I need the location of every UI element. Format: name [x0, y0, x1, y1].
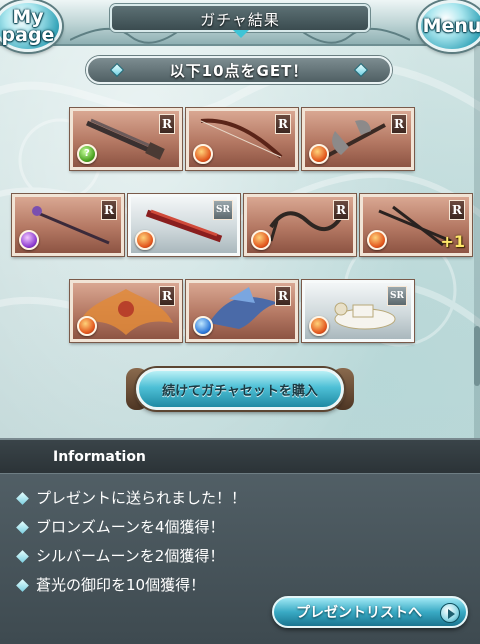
- bonus-badge: +1: [440, 232, 465, 251]
- item-card-flame-summon[interactable]: R: [70, 280, 182, 342]
- item-card-dragon-summon[interactable]: R: [186, 280, 298, 342]
- diamond-icon: [109, 62, 125, 78]
- information-list: プレゼントに送られました！！ ブロンズムーンを4個獲得！ シルバームーンを2個獲…: [14, 484, 464, 600]
- item-card-claw-weapon[interactable]: R: [244, 194, 356, 256]
- title-arrow-icon: [233, 30, 249, 38]
- info-line: 蒼光の御印を10個獲得！: [36, 576, 206, 594]
- diamond-icon: [353, 62, 369, 78]
- item-card-longbow[interactable]: R: [186, 108, 298, 170]
- fire-element-icon: [135, 230, 155, 250]
- rarity-badge: R: [275, 114, 291, 134]
- scrollbar[interactable]: [474, 46, 480, 438]
- present-list-button[interactable]: プレゼントリストへ: [272, 596, 468, 628]
- info-line: プレゼントに送られました！！: [36, 489, 247, 507]
- rarity-badge: R: [449, 200, 465, 220]
- mypage-label-line2: page: [1, 24, 55, 46]
- fire-element-icon: [251, 230, 271, 250]
- information-title: Information: [53, 449, 146, 465]
- mypage-button[interactable]: My page: [0, 0, 62, 52]
- fire-element-icon: [309, 144, 329, 164]
- fire-element-icon: [77, 316, 97, 336]
- diamond-bullet-icon: [16, 492, 29, 505]
- item-card-twin-swords[interactable]: R +1: [360, 194, 472, 256]
- info-line: シルバームーンを2個獲得！: [36, 547, 225, 565]
- information-header: Information: [0, 440, 480, 474]
- gacha-result-screen: ガチャ結果 My page Menu 以下10点をGET！ R ? R R R …: [0, 0, 480, 644]
- diamond-bullet-icon: [16, 521, 29, 534]
- diamond-bullet-icon: [16, 579, 29, 592]
- fire-element-icon: [309, 316, 329, 336]
- buy-again-button[interactable]: 続けてガチャセットを購入: [136, 368, 344, 410]
- list-item: ブロンズムーンを4個獲得！: [14, 513, 464, 542]
- fire-element-icon: [193, 144, 213, 164]
- result-banner: 以下10点をGET！: [86, 56, 392, 84]
- result-banner-text: 以下10点をGET！: [169, 61, 309, 80]
- item-card-tea-set[interactable]: SR: [302, 280, 414, 342]
- rarity-badge: R: [275, 286, 291, 306]
- rarity-badge: R: [159, 114, 175, 134]
- item-card-battle-axe[interactable]: R: [302, 108, 414, 170]
- list-item: シルバームーンを2個獲得！: [14, 542, 464, 571]
- rarity-badge: R: [101, 200, 117, 220]
- water-element-icon: [193, 316, 213, 336]
- fire-element-icon: [367, 230, 387, 250]
- element-glyph: ?: [84, 148, 90, 159]
- item-card-double-barrel-gun[interactable]: R ?: [70, 108, 182, 170]
- present-list-label: プレゼントリストへ: [296, 605, 422, 621]
- rarity-badge: SR: [213, 200, 233, 220]
- rarity-badge: R: [391, 114, 407, 134]
- rarity-badge: R: [333, 200, 349, 220]
- item-card-crimson-rifle[interactable]: SR: [128, 194, 240, 256]
- scrollbar-thumb[interactable]: [474, 326, 480, 386]
- arrow-right-icon: [440, 603, 460, 623]
- info-line: ブロンズムーンを4個獲得！: [36, 518, 225, 536]
- menu-button[interactable]: Menu: [418, 0, 480, 52]
- dark-element-icon: [19, 230, 39, 250]
- rarity-badge: R: [159, 286, 175, 306]
- list-item: プレゼントに送られました！！: [14, 484, 464, 513]
- diamond-bullet-icon: [16, 550, 29, 563]
- rarity-badge: SR: [387, 286, 407, 306]
- header-bar: ガチャ結果: [0, 0, 480, 46]
- item-card-ornate-staff[interactable]: R: [12, 194, 124, 256]
- page-title: ガチャ結果: [200, 11, 280, 29]
- wind-element-icon: ?: [77, 144, 97, 164]
